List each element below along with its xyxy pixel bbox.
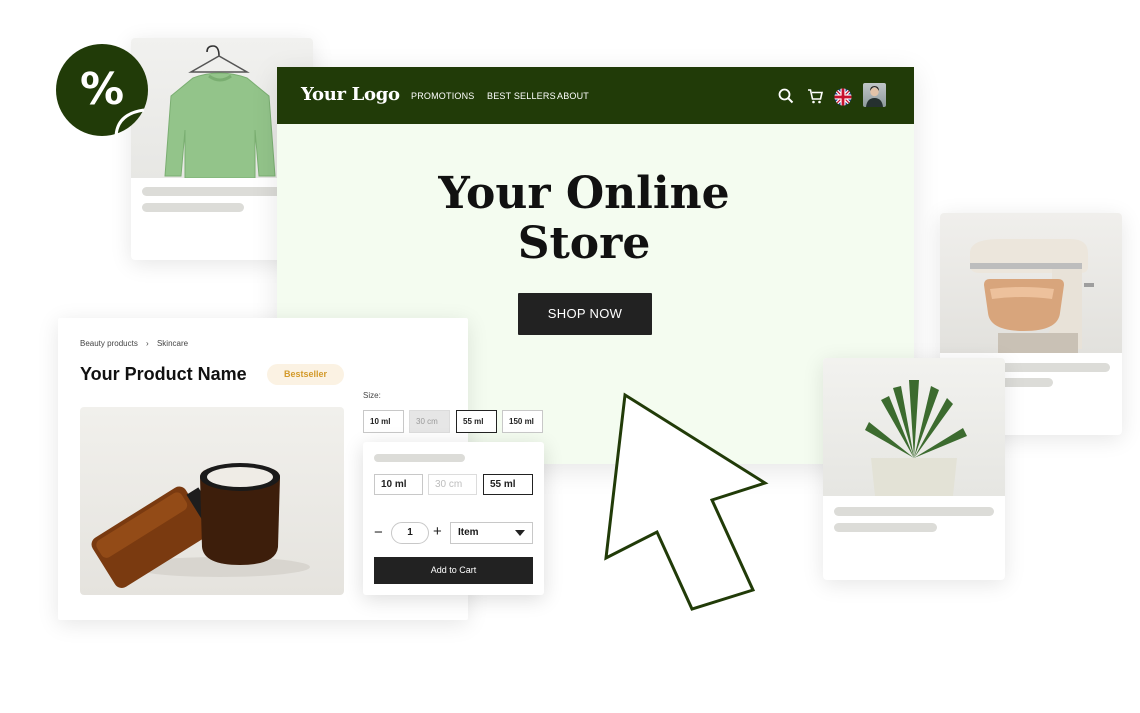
plant-product-card[interactable] [823, 358, 1005, 580]
add-to-cart-button[interactable]: Add to Cart [374, 557, 533, 584]
mixer-price-placeholder [1000, 378, 1053, 387]
popup-size-30cm[interactable]: 30 cm [428, 474, 477, 495]
size-option-10ml[interactable]: 10 ml [363, 410, 404, 433]
popup-size-55ml[interactable]: 55 ml [483, 474, 533, 495]
succulent-plant-image [823, 358, 1005, 496]
search-icon[interactable] [776, 86, 796, 106]
sweater-price-placeholder [142, 203, 244, 212]
nav-promotions[interactable]: PROMOTIONS [411, 91, 475, 101]
breadcrumb-skincare[interactable]: Skincare [157, 339, 188, 348]
quantity-plus-button[interactable]: + [433, 523, 442, 540]
hero-title-line-2: Store [517, 218, 651, 269]
breadcrumb-beauty-products[interactable]: Beauty products [80, 339, 138, 348]
item-select-value: Item [458, 527, 479, 538]
size-label: Size: [363, 391, 381, 400]
hero-title: Your Online Store [277, 169, 891, 269]
cursor-arrow-icon [604, 392, 769, 611]
shop-now-button[interactable]: SHOP NOW [518, 293, 652, 335]
item-select[interactable]: Item [450, 522, 533, 544]
mixer-title-placeholder [1000, 363, 1110, 372]
avatar[interactable] [863, 83, 886, 107]
stand-mixer-image [940, 213, 1122, 353]
hero-title-line-1: Your Online [438, 168, 730, 219]
add-to-cart-popup: 10 ml 30 cm 55 ml − 1 + Item Add to Cart [363, 442, 544, 595]
plant-title-placeholder [834, 507, 994, 516]
store-logo[interactable]: Your Logo [301, 84, 400, 105]
breadcrumb-chevron-icon: › [146, 339, 149, 348]
uk-flag-icon[interactable] [833, 87, 853, 107]
skincare-product-image [80, 407, 344, 595]
discount-badge[interactable]: % [56, 44, 148, 139]
nav-about[interactable]: ABOUT [557, 91, 589, 101]
quantity-input[interactable]: 1 [391, 522, 429, 544]
bestseller-badge: Bestseller [267, 364, 344, 385]
size-option-30cm[interactable]: 30 cm [409, 410, 450, 433]
cart-icon[interactable] [805, 86, 825, 106]
plant-price-placeholder [834, 523, 937, 532]
size-option-150ml[interactable]: 150 ml [502, 410, 543, 433]
chevron-down-icon [515, 530, 525, 536]
size-option-55ml[interactable]: 55 ml [456, 410, 497, 433]
breadcrumb: Beauty products › Skincare [80, 339, 194, 348]
popup-size-10ml[interactable]: 10 ml [374, 474, 423, 495]
tag-curve-icon [114, 108, 145, 139]
popup-title-placeholder [374, 454, 465, 462]
top-navbar: Your Logo PROMOTIONS BEST SELLERS ABOUT [277, 67, 914, 124]
product-name: Your Product Name [80, 364, 247, 384]
nav-best-sellers[interactable]: BEST SELLERS [487, 91, 556, 101]
quantity-minus-button[interactable]: − [374, 524, 383, 541]
